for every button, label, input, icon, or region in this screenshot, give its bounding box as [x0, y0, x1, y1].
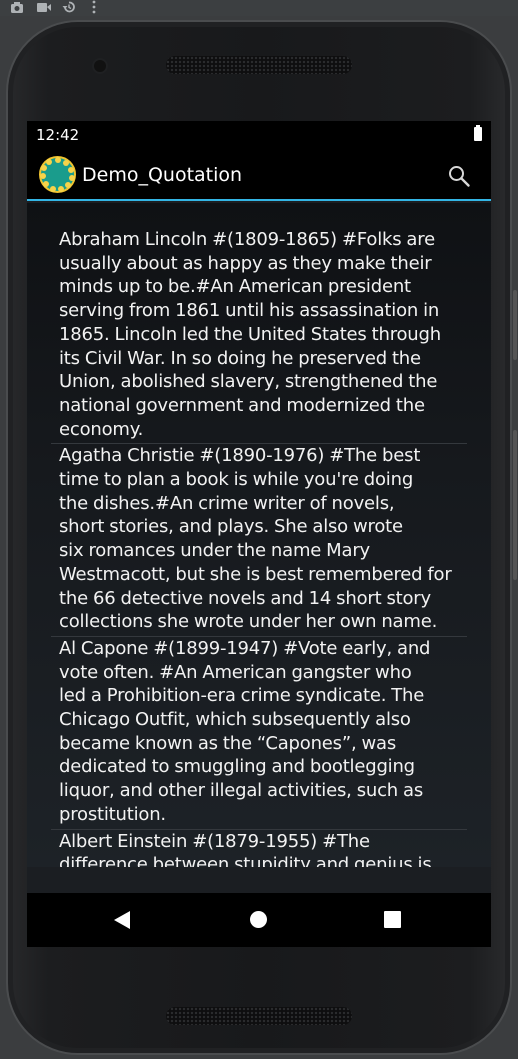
quote-text: Agatha Christie #(1890-1976) #The best t…	[59, 445, 452, 633]
quote-text: Abraham Lincoln #(1809-1865) #Folks are …	[59, 229, 441, 440]
more-vert-icon[interactable]	[91, 0, 97, 14]
status-bar: 12:42	[27, 121, 491, 148]
quote-text: Al Capone #(1899-1947) #Vote early, and …	[59, 637, 431, 825]
battery-icon	[474, 125, 482, 141]
home-icon[interactable]	[250, 911, 267, 928]
volume-button[interactable]	[513, 430, 517, 580]
app-logo-icon[interactable]	[39, 156, 76, 193]
quote-text: Albert Einstein #(1879-1955) #The differ…	[59, 830, 432, 867]
video-icon[interactable]	[36, 0, 52, 14]
list-item[interactable]: Albert Einstein #(1879-1955) #The differ…	[51, 830, 467, 867]
search-icon[interactable]	[447, 164, 471, 188]
recents-icon[interactable]	[384, 911, 401, 928]
navigation-bar	[27, 893, 491, 947]
list-top-padding	[27, 203, 491, 228]
power-button[interactable]	[513, 290, 517, 360]
list-item[interactable]: Al Capone #(1899-1947) #Vote early, and …	[51, 637, 467, 830]
action-bar: Demo_Quotation	[27, 148, 491, 201]
list-item[interactable]: Abraham Lincoln #(1809-1865) #Folks are …	[51, 228, 467, 445]
quotes-list[interactable]: Abraham Lincoln #(1809-1865) #Folks are …	[27, 203, 491, 867]
list-item[interactable]: Agatha Christie #(1890-1976) #The best t…	[51, 444, 467, 637]
camera-icon[interactable]	[10, 0, 24, 14]
history-icon[interactable]	[62, 0, 76, 14]
app-title: Demo_Quotation	[82, 164, 243, 186]
bottom-speaker	[166, 1007, 352, 1025]
back-icon[interactable]	[113, 910, 131, 930]
device-screen: 12:42 Demo_Quotation Abraham Lincoln #(1…	[27, 121, 491, 947]
front-camera	[94, 60, 106, 72]
emulator-toolbar	[0, 0, 518, 16]
status-time: 12:42	[36, 126, 80, 144]
top-speaker	[166, 56, 352, 74]
